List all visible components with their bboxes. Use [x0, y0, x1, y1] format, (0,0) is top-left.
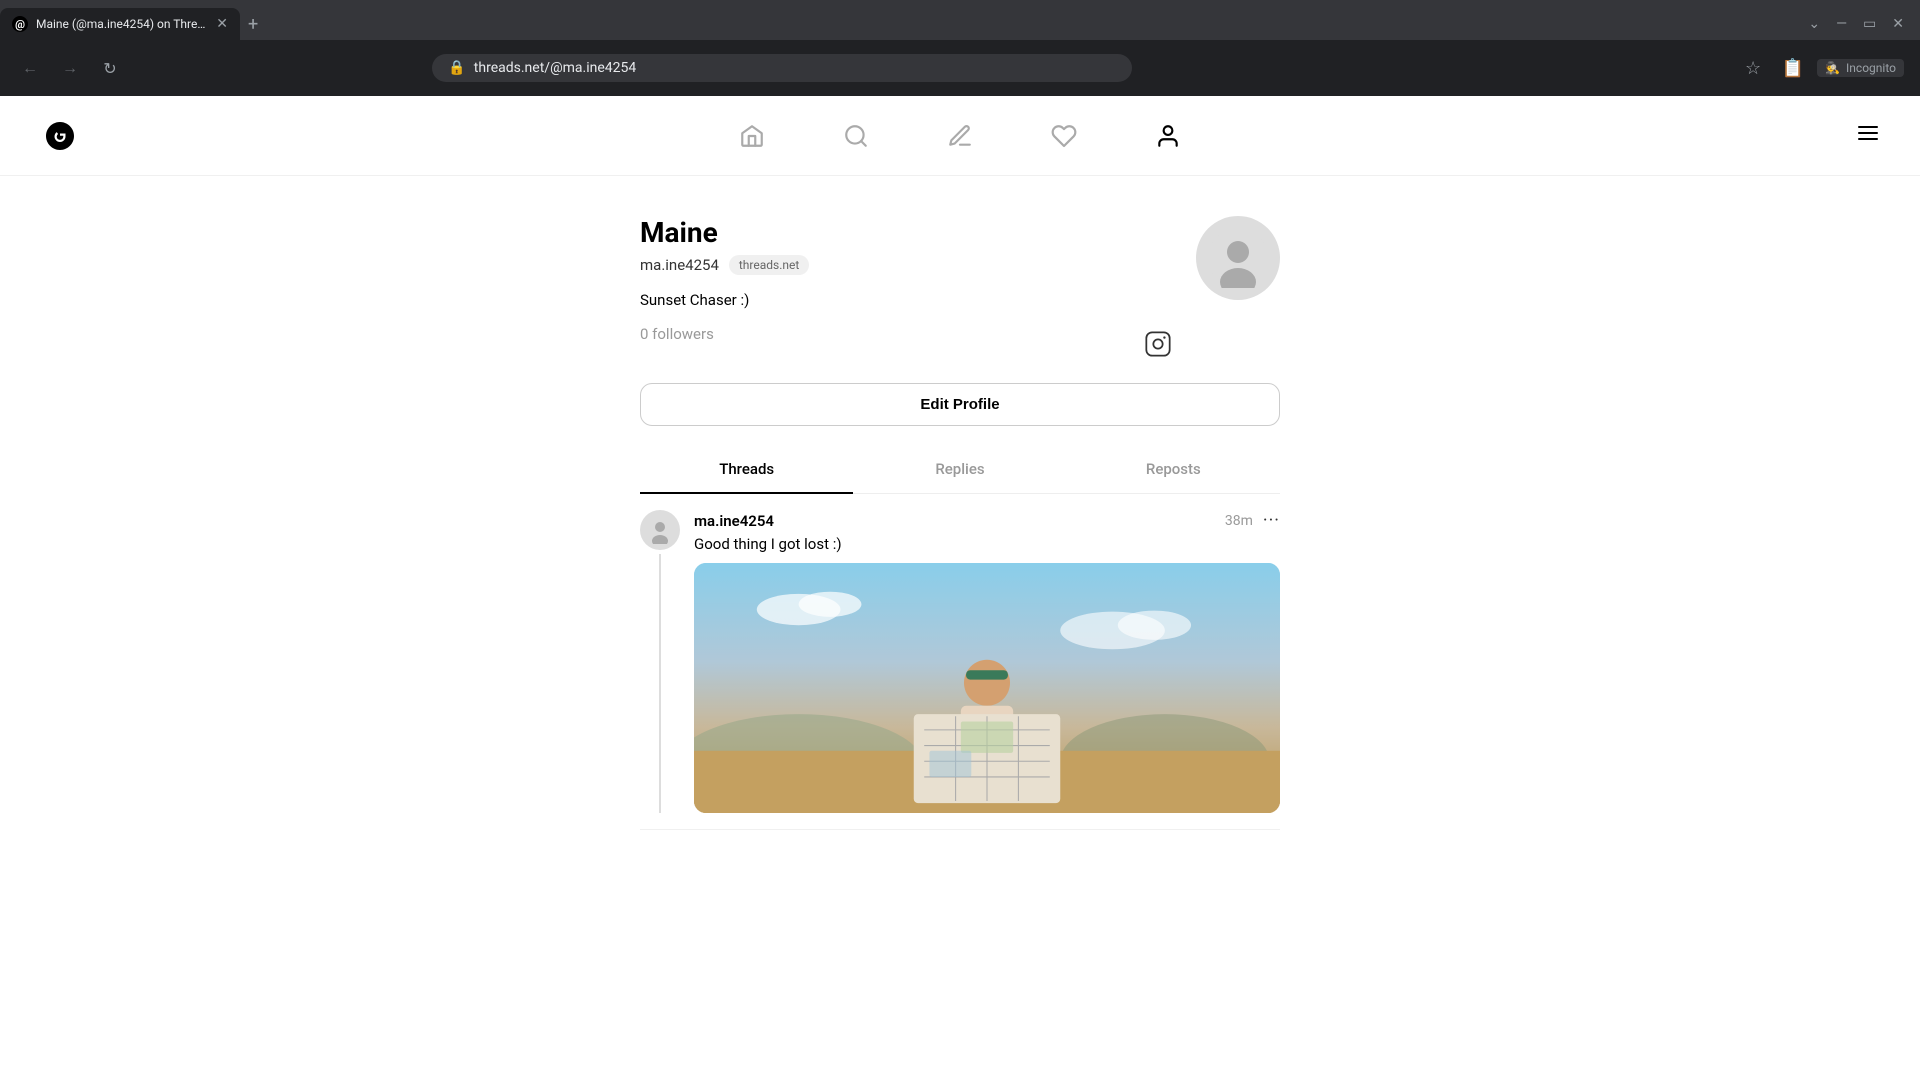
profile-name: Maine — [640, 216, 1172, 249]
reading-list-icon[interactable]: 📋 — [1777, 52, 1809, 84]
home-nav-icon[interactable] — [730, 114, 774, 158]
tab-replies[interactable]: Replies — [853, 446, 1066, 494]
activity-nav-icon[interactable] — [1042, 114, 1086, 158]
address-bar[interactable]: 🔒 threads.net/@ma.ine4254 — [432, 54, 1132, 82]
post-time: 38m — [1225, 513, 1253, 529]
browser-address-bar: ← → ↻ 🔒 threads.net/@ma.ine4254 ☆ 📋 🕵 In… — [0, 40, 1920, 96]
bookmark-icon[interactable]: ☆ — [1737, 52, 1769, 84]
post-avatar — [640, 510, 680, 550]
profile-tabs: Threads Replies Reposts — [640, 446, 1280, 494]
threads-app: Maine ma.ine4254 threads.net Sunset Chas… — [0, 96, 1920, 1080]
incognito-person-icon: 🕵 — [1825, 61, 1840, 75]
profile-bio: Sunset Chaser :) — [640, 291, 1172, 309]
app-header — [0, 96, 1920, 176]
search-nav-icon[interactable] — [834, 114, 878, 158]
tab-list-icon[interactable]: ⌄ — [1808, 16, 1820, 32]
lock-icon: 🔒 — [448, 60, 465, 76]
refresh-button[interactable]: ↻ — [96, 54, 124, 82]
post-meta: 38m ··· — [1225, 510, 1280, 531]
browser-tab[interactable]: @ Maine (@ma.ine4254) on Threa... ✕ — [0, 8, 240, 40]
profile-handle: ma.ine4254 — [640, 256, 719, 274]
browser-tab-bar: @ Maine (@ma.ine4254) on Threa... ✕ + ⌄ … — [0, 0, 1920, 40]
browser-right-controls: ☆ 📋 🕵 Incognito — [1737, 52, 1904, 84]
url-text: threads.net/@ma.ine4254 — [474, 60, 1117, 76]
new-tab-button[interactable]: + — [248, 14, 258, 35]
profile-avatar — [1196, 216, 1280, 300]
profile-followers: 0 followers — [640, 325, 714, 343]
header-nav — [730, 114, 1190, 158]
edit-profile-button[interactable]: Edit Profile — [640, 383, 1280, 426]
post-header: ma.ine4254 38m ··· — [694, 510, 1280, 531]
threads-logo[interactable] — [40, 116, 80, 156]
close-window-icon[interactable]: ✕ — [1892, 16, 1904, 32]
menu-icon[interactable] — [1856, 121, 1880, 150]
forward-button[interactable]: → — [56, 54, 84, 82]
tab-close-icon[interactable]: ✕ — [216, 16, 228, 32]
window-controls: ⌄ — ▭ ✕ — [1808, 16, 1920, 32]
incognito-badge: 🕵 Incognito — [1817, 59, 1904, 77]
tab-reposts[interactable]: Reposts — [1067, 446, 1280, 494]
compose-nav-icon[interactable] — [938, 114, 982, 158]
post-content: ma.ine4254 38m ··· Good thing I got lost… — [694, 510, 1280, 813]
post-username: ma.ine4254 — [694, 512, 774, 530]
tab-threads[interactable]: Threads — [640, 446, 853, 494]
profile-badge: threads.net — [729, 255, 809, 275]
post-text: Good thing I got lost :) — [694, 535, 1280, 553]
profile-handle-row: ma.ine4254 threads.net — [640, 255, 1172, 275]
minimize-icon[interactable]: — — [1836, 16, 1847, 32]
tab-title: Maine (@ma.ine4254) on Threa... — [36, 17, 208, 31]
profile-header: Maine ma.ine4254 threads.net Sunset Chas… — [640, 216, 1280, 367]
main-content: Maine ma.ine4254 threads.net Sunset Chas… — [640, 176, 1280, 830]
maximize-icon[interactable]: ▭ — [1863, 16, 1876, 32]
profile-nav-icon[interactable] — [1146, 114, 1190, 158]
back-button[interactable]: ← — [16, 54, 44, 82]
browser-chrome: @ Maine (@ma.ine4254) on Threa... ✕ + ⌄ … — [0, 0, 1920, 96]
incognito-label: Incognito — [1846, 61, 1896, 75]
tab-favicon: @ — [12, 16, 28, 32]
profile-section: Maine ma.ine4254 threads.net Sunset Chas… — [640, 176, 1280, 830]
instagram-icon[interactable] — [1144, 330, 1172, 362]
profile-info: Maine ma.ine4254 threads.net Sunset Chas… — [640, 216, 1172, 367]
thread-post: ma.ine4254 38m ··· Good thing I got lost… — [640, 494, 1280, 830]
post-more-icon[interactable]: ··· — [1263, 510, 1280, 531]
post-image — [694, 563, 1280, 813]
